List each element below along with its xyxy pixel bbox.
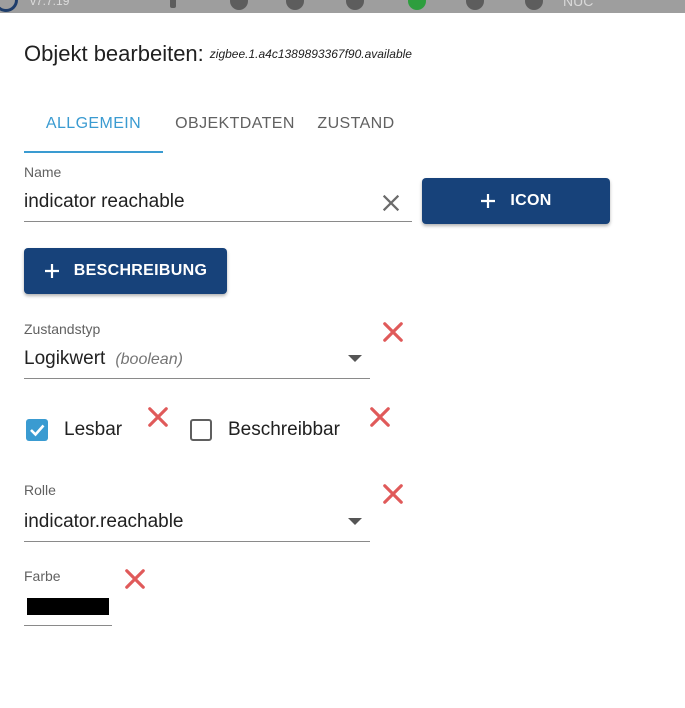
wrench-icon <box>286 0 304 10</box>
readable-label: Lesbar <box>64 419 123 440</box>
state-type-hint: (boolean) <box>115 351 183 368</box>
edit-object-dialog: Objekt bearbeiten: zigbee.1.a4c1389893367… <box>0 13 685 708</box>
color-field-underline <box>24 625 112 626</box>
state-type-value-text: Logikwert <box>24 348 106 369</box>
delete-state-type-icon[interactable] <box>382 321 404 343</box>
state-type-select[interactable]: Logikwert (boolean) <box>24 338 370 379</box>
caret-down-icon <box>348 518 362 525</box>
tab-objektdaten[interactable]: OBJEKTDATEN <box>163 99 307 153</box>
power-icon <box>525 0 543 10</box>
caret-down-icon <box>348 355 362 362</box>
role-value: indicator.reachable <box>24 511 184 532</box>
name-value: indicator reachable <box>24 191 185 212</box>
name-label: Name <box>24 164 62 180</box>
expert-icon <box>466 0 484 10</box>
dialog-title: Objekt bearbeiten: zigbee.1.a4c1389893367… <box>24 41 412 67</box>
role-select[interactable]: indicator.reachable <box>24 501 370 542</box>
menu-icon <box>170 0 176 8</box>
close-icon[interactable] <box>380 192 402 214</box>
state-type-label: Zustandstyp <box>24 321 101 337</box>
color-picker-swatch[interactable] <box>27 598 109 615</box>
dialog-title-text: Objekt bearbeiten: <box>24 41 204 66</box>
app-version: v7.7.19 <box>30 0 70 8</box>
tab-allgemein[interactable]: ALLGEMEIN <box>24 99 163 153</box>
background-app-bar: v7.7.19 NUC <box>0 0 685 13</box>
host-name: NUC <box>563 0 594 9</box>
writable-label: Beschreibbar <box>228 419 340 440</box>
check-icon <box>30 424 45 437</box>
plus-icon <box>481 194 496 208</box>
gear-icon <box>346 0 364 10</box>
add-icon-button[interactable]: ICON <box>422 178 610 224</box>
add-icon-button-label: ICON <box>510 192 552 209</box>
writable-checkbox-row: Beschreibbar <box>190 419 340 441</box>
plug-icon <box>230 0 248 10</box>
color-label: Farbe <box>24 568 61 584</box>
name-input[interactable]: indicator reachable <box>24 181 412 222</box>
delete-color-icon[interactable] <box>124 568 146 590</box>
delete-role-icon[interactable] <box>382 483 404 505</box>
delete-readable-icon[interactable] <box>147 406 169 428</box>
delete-writable-icon[interactable] <box>369 406 391 428</box>
add-description-button[interactable]: BESCHREIBUNG <box>24 248 227 294</box>
app-logo-icon <box>0 0 18 12</box>
add-description-button-label: BESCHREIBUNG <box>73 262 208 279</box>
writable-checkbox[interactable] <box>190 419 212 441</box>
status-icon <box>408 0 426 10</box>
state-type-value: Logikwert (boolean) <box>24 348 183 370</box>
plus-icon <box>44 264 59 278</box>
readable-checkbox-row: Lesbar <box>26 419 122 441</box>
readable-checkbox[interactable] <box>26 419 48 441</box>
role-label: Rolle <box>24 482 56 498</box>
tab-bar: ALLGEMEIN OBJEKTDATEN ZUSTAND <box>24 99 405 153</box>
object-id: zigbee.1.a4c1389893367f90.available <box>209 47 412 61</box>
tab-zustand[interactable]: ZUSTAND <box>307 99 405 153</box>
